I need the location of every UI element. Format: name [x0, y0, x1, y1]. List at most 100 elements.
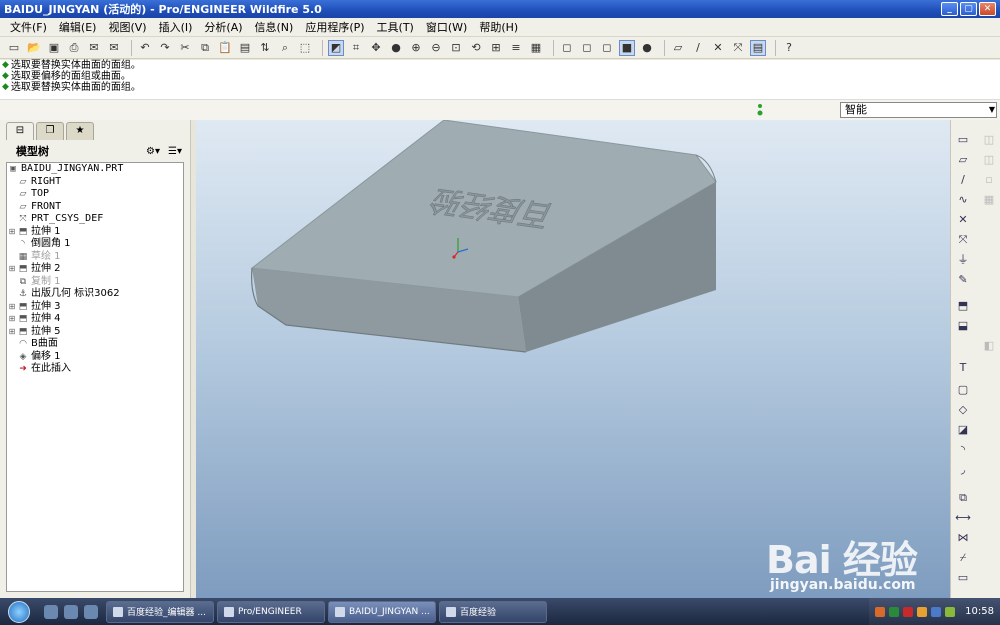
view-manager-icon[interactable]: ▦	[528, 40, 544, 56]
print-icon[interactable]: ⎙	[66, 40, 82, 56]
offset-tool-icon[interactable]: ▭	[955, 570, 971, 586]
hidden-line-icon[interactable]: ◻	[579, 40, 595, 56]
plane-display-icon[interactable]: ▱	[670, 40, 686, 56]
task-proengineer[interactable]: Pro/ENGINEER	[217, 600, 325, 623]
tree-insert-here[interactable]: ➜ 在此插入	[7, 363, 183, 376]
round-tool-icon[interactable]: ◝	[955, 442, 971, 458]
menu-edit[interactable]: 编辑(E)	[53, 19, 103, 35]
wireframe-icon[interactable]: ◻	[559, 40, 575, 56]
tree-item[interactable]: ◝ 倒圆角 1	[7, 238, 183, 251]
task-editor[interactable]: 百度经验_编辑器 ...	[106, 600, 214, 623]
tree-item[interactable]: ◠ B曲面	[7, 338, 183, 351]
menu-applications[interactable]: 应用程序(P)	[299, 19, 370, 35]
menu-help[interactable]: 帮助(H)	[473, 19, 524, 35]
tray-update-icon[interactable]	[917, 606, 928, 617]
tree-item[interactable]: ▦ 草绘 1	[7, 251, 183, 264]
redo-icon[interactable]: ↷	[157, 40, 173, 56]
zoom-out-icon[interactable]: ⊖	[428, 40, 444, 56]
tab-folder-browser[interactable]: ❐	[36, 122, 64, 140]
extrude-tool-icon[interactable]: ⬒	[955, 298, 971, 314]
sketch-tool-icon[interactable]: ✎	[955, 272, 971, 288]
tree-item[interactable]: ▱ FRONT	[7, 201, 183, 214]
tree-root[interactable]: ▣ BAIDU_JINGYAN.PRT	[7, 163, 183, 176]
axis-display-icon[interactable]: /	[690, 40, 706, 56]
no-hidden-icon[interactable]: ◻	[599, 40, 615, 56]
selection-filter-select[interactable]: 智能 ▼	[840, 102, 997, 118]
save-icon[interactable]: ▣	[46, 40, 62, 56]
appearance-icon[interactable]: ●	[639, 40, 655, 56]
csys-display-icon[interactable]: ⤧	[730, 40, 746, 56]
cut-icon[interactable]: ✂	[177, 40, 193, 56]
menu-info[interactable]: 信息(N)	[249, 19, 300, 35]
task-baidu-folder[interactable]: 百度经验	[439, 600, 547, 623]
close-button[interactable]: ✕	[979, 2, 996, 16]
spin-center-icon[interactable]: ✥	[368, 40, 384, 56]
datum-display-icon[interactable]: ◩	[328, 39, 344, 56]
mirror-tool-icon[interactable]: ⟷	[955, 510, 971, 526]
datum-csys-icon[interactable]: ⤧	[955, 232, 971, 248]
send-mail-icon[interactable]: ✉	[86, 40, 102, 56]
revolve-tool-icon[interactable]: ⬓	[955, 318, 971, 334]
tree-item[interactable]: ⤧ PRT_CSYS_DEF	[7, 213, 183, 226]
datum-curve-icon[interactable]: ∿	[955, 192, 971, 208]
expand-icon[interactable]: ⊞	[7, 301, 17, 314]
tray-ime-icon[interactable]	[945, 606, 956, 617]
show-desktop-icon[interactable]	[44, 604, 58, 619]
app-icon[interactable]	[84, 604, 98, 619]
expand-icon[interactable]: ⊞	[7, 326, 17, 339]
menu-tools[interactable]: 工具(T)	[371, 19, 420, 35]
expand-icon[interactable]: ⊞	[7, 313, 17, 326]
chamfer-tool-icon[interactable]: ◞	[955, 462, 971, 478]
copy-icon[interactable]: ⧉	[197, 40, 213, 56]
saved-views-icon[interactable]: ⊞	[488, 40, 504, 56]
tab-favorites[interactable]: ★	[66, 122, 94, 140]
task-baidu-jingyan[interactable]: BAIDU_JINGYAN ...	[328, 600, 436, 623]
tray-volume-icon[interactable]	[931, 606, 942, 617]
datum-plane-tool-icon[interactable]: ▭	[955, 132, 971, 148]
trim-tool-icon[interactable]: ⌿	[955, 550, 971, 566]
open-file-icon[interactable]: 📂	[26, 40, 42, 56]
undo-icon[interactable]: ↶	[137, 40, 153, 56]
analysis-icon[interactable]: ⏚	[955, 252, 971, 268]
datum-point-icon[interactable]: ✕	[955, 212, 971, 228]
menu-insert[interactable]: 插入(I)	[153, 19, 199, 35]
tray-app-icon[interactable]	[875, 606, 886, 617]
shading-icon[interactable]: ■	[619, 39, 635, 56]
tree-item[interactable]: ⊞ ⬒ 拉伸 4	[7, 313, 183, 326]
shading-sphere-icon[interactable]: ●	[388, 40, 404, 56]
paste-special-icon[interactable]: ▤	[237, 40, 253, 56]
draft-tool-icon[interactable]: ◪	[955, 422, 971, 438]
start-button[interactable]	[0, 598, 38, 625]
tab-model-tree[interactable]: ⊟	[6, 122, 34, 140]
tree-item[interactable]: ◈ 偏移 1	[7, 351, 183, 364]
shell-tool-icon[interactable]: ▢	[955, 382, 971, 398]
tree-item[interactable]: ▱ TOP	[7, 188, 183, 201]
menu-analysis[interactable]: 分析(A)	[198, 19, 248, 35]
sketch-view-icon[interactable]: ⌗	[348, 40, 364, 56]
minimize-button[interactable]: _	[941, 2, 958, 16]
maximize-button[interactable]: ▢	[960, 2, 977, 16]
merge-tool-icon[interactable]: ⋈	[955, 530, 971, 546]
refit-icon[interactable]: ⊡	[448, 40, 464, 56]
find-icon[interactable]: ⌕	[277, 40, 293, 56]
menu-view[interactable]: 视图(V)	[102, 19, 152, 35]
regenerate-icon[interactable]: ⇅	[257, 40, 273, 56]
hole-tool-icon[interactable]: T	[955, 360, 971, 376]
mail-icon[interactable]: ✉	[106, 40, 122, 56]
tree-item[interactable]: ⧉ 复制 1	[7, 276, 183, 289]
browser-icon[interactable]	[64, 604, 78, 619]
tree-item[interactable]: ⊞ ⬒ 拉伸 1	[7, 226, 183, 239]
tray-security-icon[interactable]	[903, 606, 914, 617]
tree-show-icon[interactable]: ☰▾	[168, 146, 182, 157]
new-file-icon[interactable]: ▭	[6, 40, 22, 56]
menu-window[interactable]: 窗口(W)	[420, 19, 473, 35]
tree-item[interactable]: ⊞ ⬒ 拉伸 3	[7, 301, 183, 314]
menu-file[interactable]: 文件(F)	[4, 19, 53, 35]
paste-icon[interactable]: 📋	[217, 40, 233, 56]
context-help-icon[interactable]: ?	[781, 40, 797, 56]
pattern-tool-icon[interactable]: ⧉	[955, 490, 971, 506]
tree-item[interactable]: ▱ RIGHT	[7, 176, 183, 189]
annotation-display-icon[interactable]: ▤	[750, 39, 766, 56]
selection-box-icon[interactable]: ⬚	[297, 40, 313, 56]
zoom-in-icon[interactable]: ⊕	[408, 40, 424, 56]
